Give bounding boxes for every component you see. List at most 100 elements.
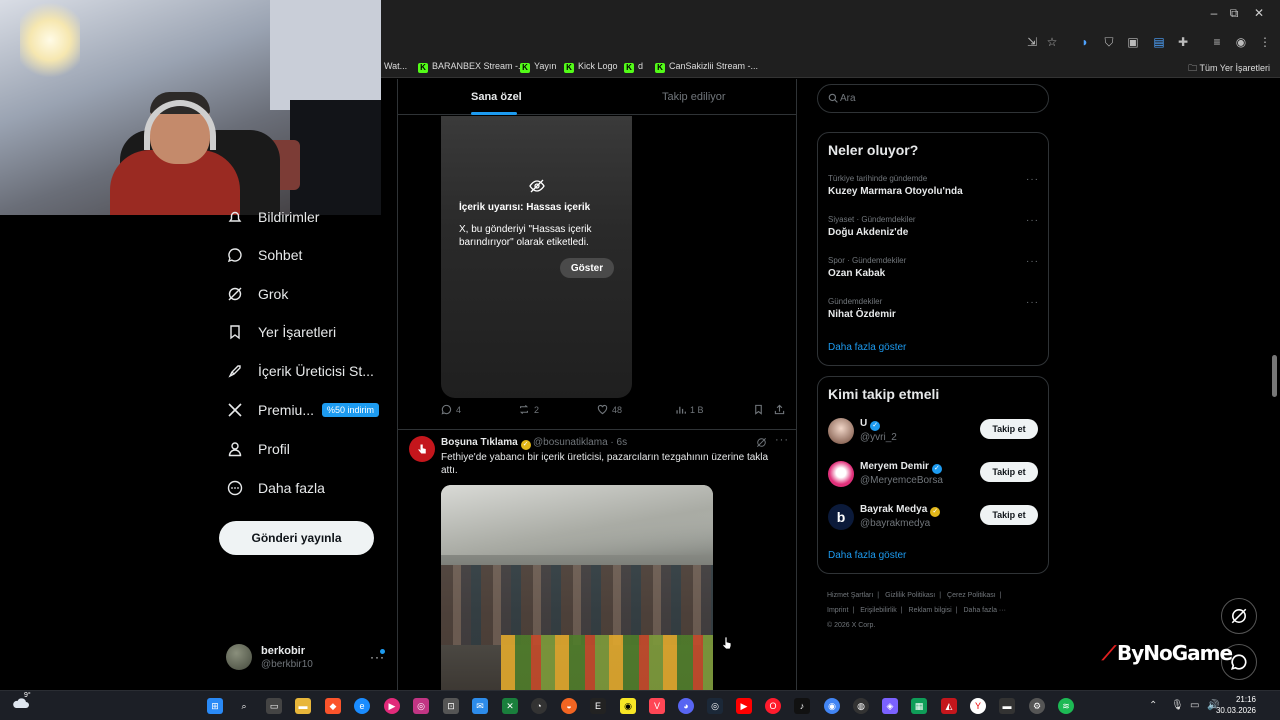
file-explorer-icon[interactable]: ▬ (295, 698, 311, 714)
extension-icon[interactable]: ▣ (1126, 35, 1140, 49)
sidebar-item-bookmarks[interactable]: Yer İşaretleri (226, 320, 336, 344)
app-icon[interactable]: ◭ (941, 698, 957, 714)
bookmark-button[interactable] (753, 404, 768, 415)
speedometer-icon[interactable]: ◔ (531, 698, 547, 714)
follow-button[interactable]: Takip et (980, 462, 1038, 482)
footer-link[interactable]: Hizmet Şartları (827, 592, 873, 599)
footer-link[interactable]: Erişilebilirlik (860, 607, 897, 614)
trend-name[interactable]: Ozan Kabak (828, 268, 885, 279)
extension-icon[interactable]: ▤ (1152, 35, 1166, 49)
trend-name[interactable]: Kuzey Marmara Otoyolu'nda (828, 186, 963, 197)
show-more-link[interactable]: Daha fazla göster (828, 550, 906, 561)
bookmarks-folder[interactable]: 🗀 Tüm Yer İşaretleri (1188, 61, 1270, 77)
more-dots-icon[interactable]: ··· (1026, 174, 1039, 185)
media-player-icon[interactable]: ▶ (384, 698, 400, 714)
system-clock[interactable]: 21:16 30.03.2026 (1216, 694, 1256, 716)
settings-icon[interactable]: ⚙ (1029, 698, 1045, 714)
views-button[interactable]: 1 B (675, 404, 704, 415)
instagram-icon[interactable]: ◎ (413, 698, 429, 714)
tab-for-you[interactable]: Sana özel (471, 91, 522, 103)
xbox-icon[interactable]: ✕ (502, 698, 518, 714)
extension-icon[interactable]: ◗ (1078, 35, 1092, 49)
app-icon[interactable]: ▬ (999, 698, 1015, 714)
app-icon[interactable]: ◈ (882, 698, 898, 714)
more-dots-icon[interactable]: ··· (1026, 215, 1039, 226)
follow-button[interactable]: Takip et (980, 505, 1038, 525)
bookmark-item[interactable]: Kd (624, 61, 643, 73)
follow-suggestion[interactable]: b Bayrak Medya ✓ @bayrakmedya Takip et (828, 502, 1040, 532)
reading-list-icon[interactable]: ≡ (1210, 35, 1224, 49)
opera-icon[interactable]: O (765, 698, 781, 714)
bookmark-star-icon[interactable]: ☆ (1045, 35, 1059, 49)
sidebar-item-premium[interactable]: Premiu... %50 indirim (226, 398, 380, 422)
sidebar-item-grok[interactable]: Grok (226, 282, 288, 306)
bookmark-item[interactable]: K BARANBEX Stream -... (418, 61, 526, 73)
more-dots-icon[interactable]: ··· (775, 434, 789, 446)
footer-link[interactable]: Reklam bilgisi (909, 607, 952, 614)
shield-icon[interactable]: ⛉ (1102, 35, 1116, 49)
trend-name[interactable]: Nihat Özdemir (828, 309, 896, 320)
repost-button[interactable]: 2 (518, 404, 539, 415)
install-app-icon[interactable]: ⇲ (1025, 35, 1039, 49)
app-icon[interactable]: ◍ (853, 698, 869, 714)
store-icon[interactable]: ⊡ (443, 698, 459, 714)
windows-start-icon[interactable]: ⊞ (207, 698, 223, 714)
footer-link[interactable]: Gizlilik Politikası (885, 592, 935, 599)
follow-button[interactable]: Takip et (980, 419, 1038, 439)
mail-icon[interactable]: ✉ (472, 698, 488, 714)
sidebar-item-more[interactable]: Daha fazla (226, 476, 325, 500)
snapchat-icon[interactable]: ◉ (620, 698, 636, 714)
minimize-icon[interactable]: – (1204, 6, 1224, 20)
valorant-icon[interactable]: V (649, 698, 665, 714)
bookmark-item[interactable]: K CanSakizlii Stream -... (655, 61, 758, 73)
search-icon[interactable]: ⌕ (236, 698, 252, 714)
chrome-icon[interactable]: ◉ (824, 698, 840, 714)
brave-icon[interactable]: ◆ (325, 698, 341, 714)
puzzle-icon[interactable]: ✚ (1176, 35, 1190, 49)
bookmark-item[interactable]: K Kick Logo (564, 61, 618, 73)
network-icon[interactable]: ▭ (1190, 700, 1199, 711)
youtube-icon[interactable]: ▶ (736, 698, 752, 714)
tab-following[interactable]: Takip ediliyor (662, 91, 726, 103)
share-button[interactable] (774, 404, 789, 415)
follow-suggestion[interactable]: U ✓ @yvri_2 Takip et (828, 416, 1040, 446)
bookmark-item[interactable]: Wat... (384, 61, 407, 71)
tweet-author-name[interactable]: Boşuna Tıklama ✓ (441, 437, 531, 450)
search-input[interactable]: Ara (817, 84, 1049, 113)
spotify-icon[interactable]: ≋ (1058, 698, 1074, 714)
grok-floating-button[interactable] (1221, 598, 1257, 634)
trend-name[interactable]: Doğu Akdeniz'de (828, 227, 908, 238)
yandex-icon[interactable]: Y (970, 698, 986, 714)
tray-chevron-icon[interactable]: ⌃ (1149, 700, 1157, 711)
discord-icon[interactable]: ◕ (678, 698, 694, 714)
menu-icon[interactable]: ⋮ (1258, 35, 1272, 49)
footer-link[interactable]: Daha fazla ··· (964, 607, 1006, 614)
profile-icon[interactable]: ◉ (1234, 35, 1248, 49)
more-dots-icon[interactable]: ··· (1026, 297, 1039, 308)
sidebar-item-creator-studio[interactable]: İçerik Üreticisi St... (226, 359, 374, 383)
sidebar-item-notifications[interactable]: Bildirimler (226, 205, 319, 229)
microphone-icon[interactable]: 🎙 (1171, 700, 1184, 711)
account-switcher[interactable]: berkobir @berkbir10 ··· (226, 644, 386, 674)
tweet[interactable]: Boşuna Tıklama ✓ @bosunatiklama · 6s ··· … (398, 429, 796, 690)
footer-link[interactable]: Imprint (827, 607, 848, 614)
like-button[interactable]: 48 (597, 404, 622, 415)
more-dots-icon[interactable]: ··· (1026, 256, 1039, 267)
tweet-video[interactable] (441, 485, 713, 690)
grok-icon[interactable] (756, 437, 767, 448)
sidebar-item-profile[interactable]: Profil (226, 437, 290, 461)
show-media-button[interactable]: Göster (560, 258, 614, 278)
reply-button[interactable]: 4 (441, 404, 461, 415)
task-view-icon[interactable]: ▭ (266, 698, 282, 714)
steam-icon[interactable]: ◎ (707, 698, 723, 714)
follow-suggestion[interactable]: Meryem Demir ✓ @MeryemceBorsa Takip et (828, 459, 1040, 489)
epic-games-icon[interactable]: E (590, 698, 606, 714)
post-button[interactable]: Gönderi yayınla (219, 521, 374, 555)
edge-icon[interactable]: e (354, 698, 370, 714)
app-icon[interactable]: ▦ (911, 698, 927, 714)
weather-widget[interactable]: 9° (12, 692, 32, 714)
page-scrollbar[interactable] (1272, 355, 1277, 397)
app-icon[interactable]: ◒ (561, 698, 577, 714)
sidebar-item-chat[interactable]: Sohbet (226, 243, 302, 267)
show-more-link[interactable]: Daha fazla göster (828, 342, 906, 353)
